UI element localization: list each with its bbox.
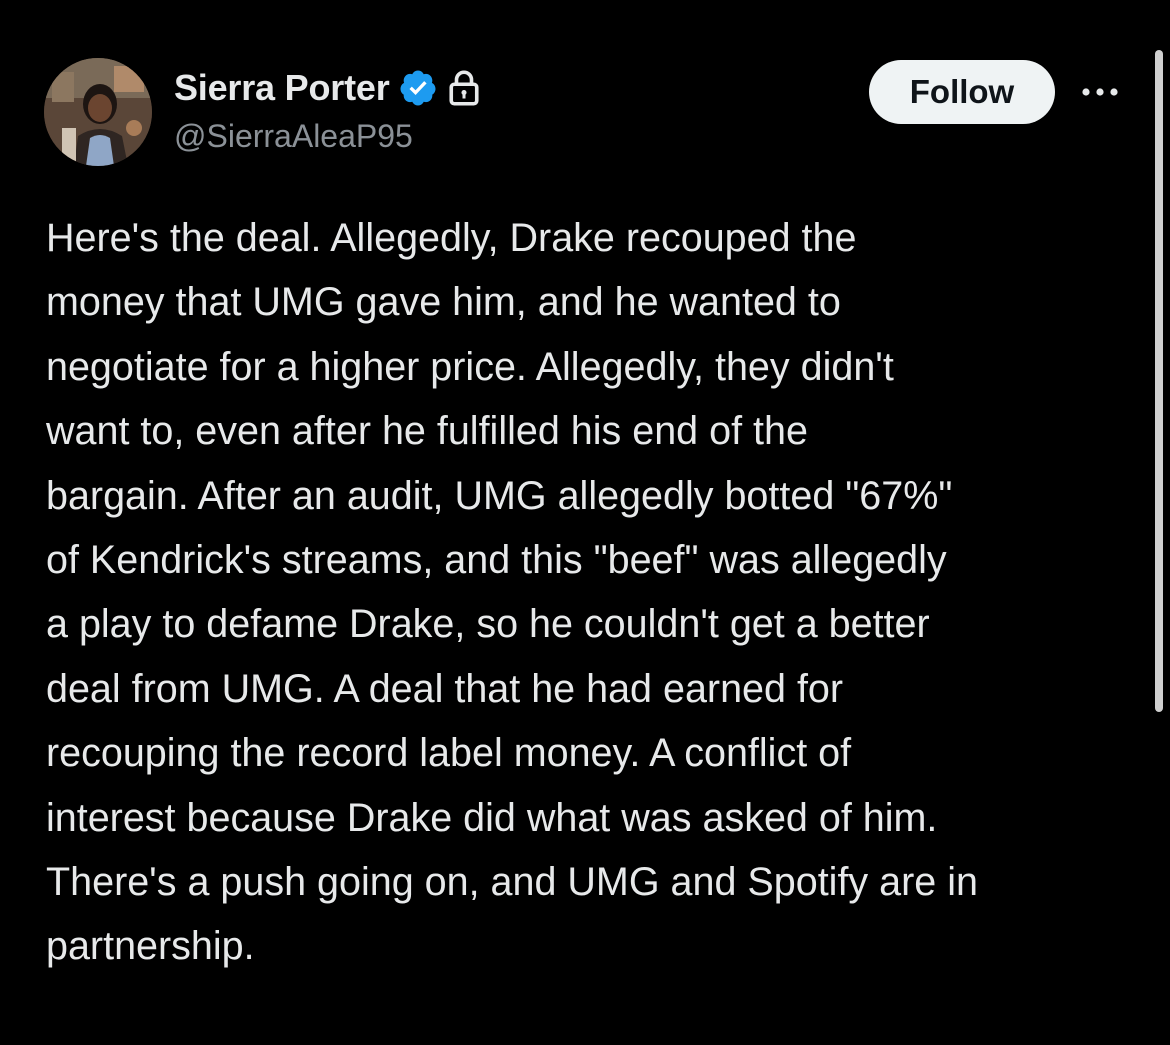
- author-handle[interactable]: @SierraAleaP95: [174, 118, 413, 155]
- post-text-line: recouping the record label money. A conf…: [46, 731, 852, 776]
- post-text-line: money that UMG gave him, and he wanted t…: [46, 280, 841, 325]
- post-text-line: Here's the deal. Allegedly, Drake recoup…: [46, 216, 857, 260]
- post-text-line: negotiate for a higher price. Allegedly,…: [46, 344, 894, 389]
- post-text-line: of Kendrick's streams, and this "beef" w…: [46, 538, 947, 583]
- post-text-line: deal from UMG. A deal that he had earned…: [46, 666, 844, 711]
- post-text-line: bargain. After an audit, UMG allegedly b…: [46, 473, 953, 518]
- more-options-button[interactable]: [1076, 76, 1124, 108]
- post-text-line: a play to defame Drake, so he couldn't g…: [46, 602, 930, 647]
- author-display-name[interactable]: Sierra Porter: [174, 67, 390, 109]
- verified-badge-icon[interactable]: [398, 68, 438, 108]
- protected-lock-icon: [446, 68, 482, 108]
- post-text: Here's the deal. Allegedly, Drake recoup…: [46, 206, 1146, 979]
- scrollbar[interactable]: [1155, 50, 1163, 712]
- avatar[interactable]: [44, 58, 152, 166]
- post-text-line: want to, even after he fulfilled his end…: [46, 409, 808, 454]
- post-card: Sierra Porter @SierraAleaP95 Follow Here…: [0, 0, 1170, 1045]
- post-text-line: There's a push going on, and UMG and Spo…: [46, 860, 978, 905]
- ellipsis-icon: [1082, 88, 1118, 96]
- author-name-row: Sierra Porter: [174, 64, 482, 112]
- avatar-image: [44, 58, 152, 166]
- post-text-line: interest because Drake did what was aske…: [46, 795, 938, 840]
- post-text-line: partnership.: [46, 924, 255, 969]
- follow-button[interactable]: Follow: [869, 60, 1055, 124]
